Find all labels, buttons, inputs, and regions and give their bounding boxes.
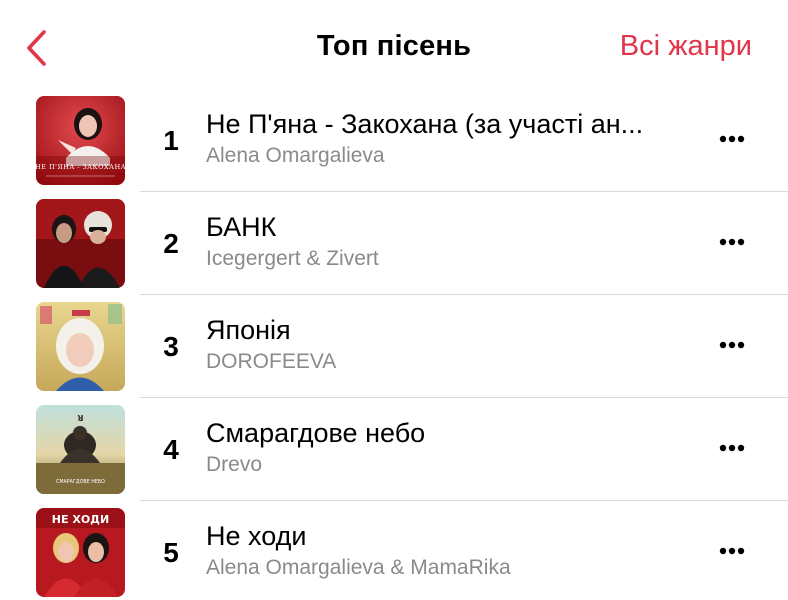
artwork-title-text: НЕ П'ЯНА - ЗАКОХАНА — [36, 163, 125, 171]
song-artist: DOROFEEVA — [206, 350, 337, 373]
song-artist: Drevo — [206, 453, 263, 476]
song-rank: 3 — [163, 331, 179, 362]
artwork-title-text: СМАРАГДОВЕ НЕБО — [56, 479, 105, 485]
top-songs-screen: Топ пісень Всі жанри НЕ П'ЯНА - ЗАКОХАНА… — [0, 0, 788, 600]
song-list: НЕ П'ЯНА - ЗАКОХАНА 1 Не П'яна - Закохан… — [0, 89, 788, 600]
song-row-2[interactable]: 2 БАНК Icegergert & Zivert — [0, 192, 788, 295]
song-artwork — [36, 302, 125, 391]
ellipsis-icon — [719, 341, 745, 349]
song-artist: Alena Omargalieva & MamaRika — [206, 556, 511, 579]
song-artwork: НЕ ХОДИ — [36, 508, 125, 597]
more-options-button[interactable] — [712, 325, 752, 365]
song-rank: 1 — [163, 125, 179, 156]
ellipsis-icon — [719, 135, 745, 143]
song-text: Не П'яна - Закохана (за участі ан... Ale… — [206, 107, 696, 170]
ellipsis-icon — [719, 444, 745, 452]
song-artwork — [36, 199, 125, 288]
song-text: БАНК Icegergert & Zivert — [206, 210, 696, 273]
song-rank: 4 — [163, 434, 179, 465]
more-options-button[interactable] — [712, 222, 752, 262]
song-artist: Alena Omargalieva — [206, 144, 385, 167]
ellipsis-icon — [719, 547, 745, 555]
song-artist: Icegergert & Zivert — [206, 247, 379, 270]
more-options-button[interactable] — [712, 428, 752, 468]
song-text: Японія DOROFEEVA — [206, 313, 696, 376]
song-text: Смарагдове небо Drevo — [206, 416, 696, 479]
song-rank: 5 — [163, 537, 179, 568]
chevron-left-icon — [27, 30, 46, 66]
song-row-1[interactable]: НЕ П'ЯНА - ЗАКОХАНА 1 Не П'яна - Закохан… — [0, 89, 788, 192]
song-artwork: ꓤ СМАРАГДОВЕ НЕБО — [36, 405, 125, 494]
song-title: Смарагдове небо — [206, 418, 426, 448]
svg-text:ꓤ: ꓤ — [77, 414, 83, 423]
song-title: Не ходи — [206, 521, 307, 551]
more-options-button[interactable] — [712, 531, 752, 571]
song-title: БАНК — [206, 212, 277, 242]
song-text: Не ходи Alena Omargalieva & MamaRika — [206, 519, 696, 582]
all-genres-link[interactable]: Всі жанри — [620, 30, 752, 63]
navigation-bar: Топ пісень Всі жанри — [0, 0, 788, 92]
song-row-5[interactable]: НЕ ХОДИ 5 Не ходи Alena Omargalieva & Ma… — [0, 501, 788, 600]
song-title: Японія — [206, 315, 291, 345]
song-title: Не П'яна - Закохана (за участі ан... — [206, 109, 644, 139]
ellipsis-icon — [719, 238, 745, 246]
song-artwork: НЕ П'ЯНА - ЗАКОХАНА — [36, 96, 125, 185]
song-row-3[interactable]: 3 Японія DOROFEEVA — [0, 295, 788, 398]
artwork-title-text: НЕ ХОДИ — [52, 513, 109, 526]
back-button[interactable] — [18, 26, 54, 70]
song-rank: 2 — [163, 228, 179, 259]
more-options-button[interactable] — [712, 119, 752, 159]
song-row-4[interactable]: ꓤ СМАРАГДОВЕ НЕБО 4 Смарагдове небо Drev… — [0, 398, 788, 501]
